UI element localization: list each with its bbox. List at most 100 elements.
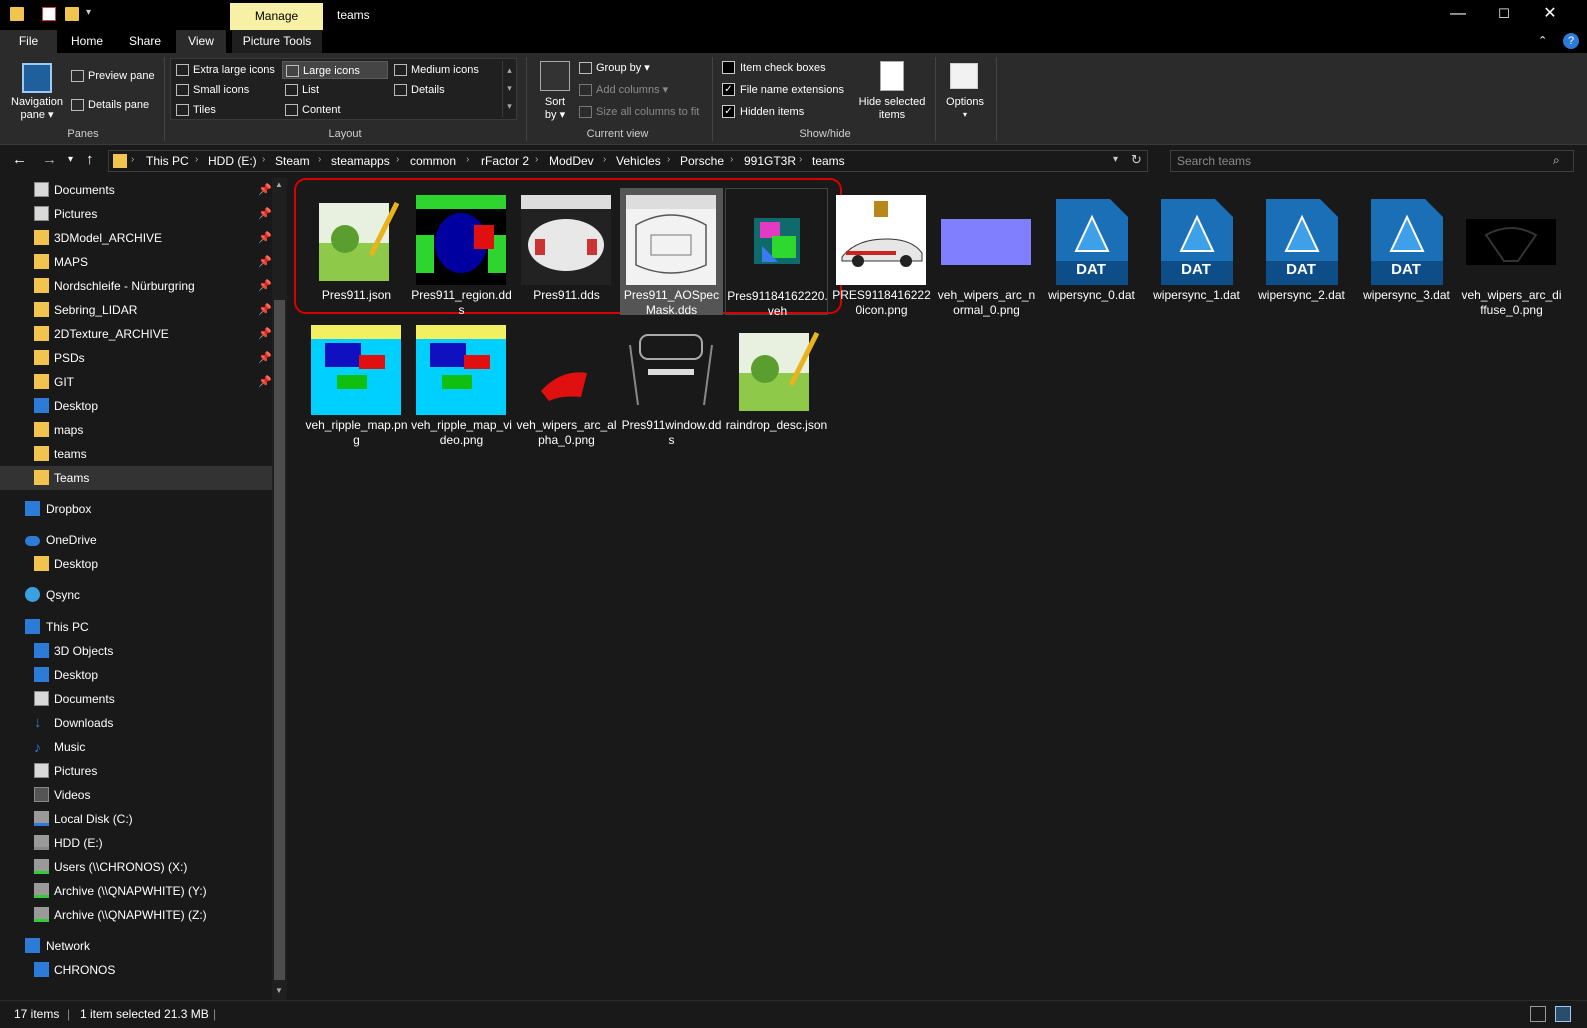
layout-content[interactable]: Content (282, 101, 388, 119)
file-tile[interactable]: DAT wipersync_3.dat (1355, 188, 1458, 315)
close-button[interactable]: ✕ (1527, 0, 1573, 30)
breadcrumb-moddev[interactable]: ModDev (549, 154, 594, 168)
breadcrumb-hdd[interactable]: HDD (E:) (208, 154, 257, 168)
search-input[interactable] (1177, 153, 1537, 169)
tab-view[interactable]: View (176, 30, 226, 53)
file-tile[interactable]: Pres911.dds (515, 188, 618, 315)
up-arrow-icon[interactable]: ↑ (86, 151, 94, 168)
nav-item-git[interactable]: GIT 📌 (0, 370, 273, 394)
breadcrumb-common[interactable]: common (410, 154, 456, 168)
breadcrumb-steam[interactable]: Steam (275, 154, 310, 168)
nav-item-sebring-lidar[interactable]: Sebring_LIDAR 📌 (0, 298, 273, 322)
nav-item-archive-y[interactable]: Archive (\\QNAPWHITE) (Y:) (0, 879, 273, 903)
checkbox-checked[interactable]: ✓ (722, 83, 735, 96)
nav-item-local-disk-c[interactable]: Local Disk (C:) (0, 807, 273, 831)
nav-item-documents-pc[interactable]: Documents (0, 687, 273, 711)
file-name-extensions-toggle[interactable]: ✓ File name extensions (720, 81, 844, 99)
scroll-up-icon[interactable]: ▲ (275, 180, 283, 189)
layout-details[interactable]: Details (391, 81, 497, 99)
nav-item-pictures-pc[interactable]: Pictures (0, 759, 273, 783)
breadcrumb-vehicles[interactable]: Vehicles (616, 154, 661, 168)
scroll-down-icon[interactable]: ▼ (275, 986, 283, 995)
file-tile[interactable]: Pres911.json (305, 188, 408, 315)
collapse-ribbon-icon[interactable]: ⌃ (1538, 34, 1547, 47)
address-dropdown-icon[interactable]: ▾ (1113, 154, 1118, 165)
nav-item-desktop[interactable]: Desktop (0, 663, 273, 687)
new-folder-icon[interactable] (65, 7, 79, 21)
details-pane-button[interactable]: Details pane (68, 96, 149, 114)
breadcrumb-991gt3r[interactable]: 991GT3R (744, 154, 796, 168)
breadcrumb-porsche[interactable]: Porsche (680, 154, 724, 168)
file-tile[interactable]: veh_wipers_arc_alpha_0.png (515, 318, 618, 447)
nav-item-music[interactable]: ♪ Music (0, 735, 273, 759)
breadcrumb-steamapps[interactable]: steamapps (331, 154, 390, 168)
nav-item-2dtexture-archive[interactable]: 2DTexture_ARCHIVE 📌 (0, 322, 273, 346)
nav-item-pictures[interactable]: Pictures 📌 (0, 202, 273, 226)
file-tile[interactable]: DAT wipersync_2.dat (1250, 188, 1353, 315)
minimize-button[interactable]: — (1435, 0, 1481, 30)
hidden-items-toggle[interactable]: ✓ Hidden items (720, 103, 804, 121)
nav-item-maps[interactable]: maps (0, 418, 273, 442)
file-tile[interactable]: veh_wipers_arc_normal_0.png (935, 188, 1038, 317)
address-bar[interactable]: › This PC › HDD (E:) › Steam › steamapps… (108, 150, 1148, 172)
maximize-button[interactable]: ☐ (1481, 0, 1527, 30)
layout-large-icons[interactable]: Large icons (282, 61, 388, 79)
nav-item-this-pc[interactable]: This PC (0, 615, 273, 639)
file-tile[interactable]: Pres911window.dds (620, 318, 723, 447)
nav-item-hdd-e[interactable]: HDD (E:) (0, 831, 273, 855)
tab-share[interactable]: Share (120, 30, 170, 53)
scrollbar-thumb[interactable] (274, 300, 285, 980)
file-tile[interactable]: DAT wipersync_1.dat (1145, 188, 1248, 315)
tab-picture-tools[interactable]: Picture Tools (232, 30, 322, 53)
nav-item-archive-z[interactable]: Archive (\\QNAPWHITE) (Z:) (0, 903, 273, 927)
file-tile[interactable]: PRES91184162220icon.png (830, 188, 933, 317)
nav-item-psds[interactable]: PSDs 📌 (0, 346, 273, 370)
nav-pane-scrollbar[interactable]: ▲ ▼ (272, 178, 287, 1000)
group-by-button[interactable]: Group by ▾ (576, 59, 650, 77)
nav-item-onedrive-desktop[interactable]: Desktop (0, 552, 273, 576)
file-tile[interactable]: raindrop_desc.json (725, 318, 828, 445)
nav-item-3d-objects[interactable]: 3D Objects (0, 639, 273, 663)
checkbox-checked[interactable]: ✓ (722, 105, 735, 118)
forward-arrow-icon[interactable]: → (42, 151, 57, 168)
size-columns-button[interactable]: Size all columns to fit (576, 103, 699, 121)
checkbox[interactable] (722, 61, 735, 74)
file-tile[interactable]: Pres91184162220.veh (725, 188, 828, 318)
help-icon[interactable]: ? (1563, 33, 1579, 49)
nav-item-network[interactable]: Network (0, 934, 273, 958)
details-view-icon[interactable] (1530, 1006, 1546, 1022)
breadcrumb-this-pc[interactable]: This PC (146, 154, 189, 168)
tab-file[interactable]: File (0, 30, 57, 53)
nav-item-chronos[interactable]: CHRONOS (0, 958, 273, 982)
nav-item-dropbox[interactable]: Dropbox (0, 497, 273, 521)
properties-icon[interactable] (42, 7, 56, 21)
nav-item-documents[interactable]: Documents 📌 (0, 178, 273, 202)
file-tile[interactable]: veh_ripple_map_video.png (410, 318, 513, 447)
nav-item-downloads[interactable]: ↓ Downloads (0, 711, 273, 735)
layout-gallery-scroll[interactable]: ▴ ▾ ▾ (502, 61, 516, 117)
layout-tiles[interactable]: Tiles (173, 101, 279, 119)
nav-item-onedrive[interactable]: OneDrive (0, 528, 273, 552)
file-tile[interactable]: DAT wipersync_0.dat (1040, 188, 1143, 315)
nav-item-nordschleife[interactable]: Nordschleife - Nürburgring 📌 (0, 274, 273, 298)
file-tile-selected[interactable]: Pres911_AOSpecMask.dds (620, 188, 723, 317)
preview-pane-button[interactable]: Preview pane (68, 67, 155, 85)
nav-item-3dmodel-archive[interactable]: 3DModel_ARCHIVE 📌 (0, 226, 273, 250)
refresh-icon[interactable]: ↻ (1131, 152, 1142, 168)
file-tile[interactable]: Pres911_region.dds (410, 188, 513, 317)
file-tile[interactable]: veh_ripple_map.png (305, 318, 408, 447)
item-check-boxes-toggle[interactable]: Item check boxes (720, 59, 826, 77)
nav-item-teams[interactable]: teams (0, 442, 273, 466)
tab-manage[interactable]: Manage (230, 3, 323, 30)
nav-item-videos[interactable]: Videos (0, 783, 273, 807)
layout-medium-icons[interactable]: Medium icons (391, 61, 497, 79)
layout-extra-large-icons[interactable]: Extra large icons (173, 61, 279, 79)
layout-small-icons[interactable]: Small icons (173, 81, 279, 99)
nav-item-teams-selected[interactable]: Teams (0, 466, 273, 490)
breadcrumb-teams[interactable]: teams (812, 154, 845, 168)
nav-item-desktop-quick[interactable]: Desktop (0, 394, 273, 418)
recent-locations-chevron-icon[interactable]: ▾ (68, 154, 73, 165)
large-icons-view-icon[interactable] (1555, 1006, 1571, 1022)
breadcrumb-rfactor2[interactable]: rFactor 2 (481, 154, 529, 168)
file-tile[interactable]: veh_wipers_arc_diffuse_0.png (1460, 188, 1563, 317)
